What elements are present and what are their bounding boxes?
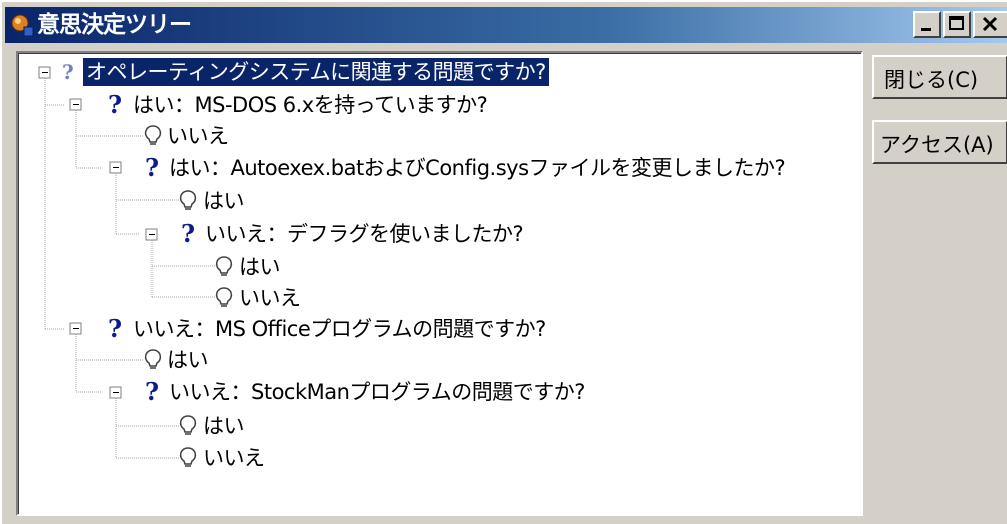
question-icon: ? — [108, 314, 123, 343]
question-icon: ? — [108, 90, 123, 119]
close-button[interactable]: 閉じる(C) — [872, 55, 1007, 99]
close-icon — [982, 16, 998, 32]
lightbulb-icon — [215, 256, 233, 276]
maximize-button[interactable] — [943, 11, 971, 38]
tree-node-msdos[interactable]: はい：MS-DOS 6.xを持っていますか? — [133, 91, 488, 119]
minimize-icon — [921, 28, 931, 31]
tree-node-defrag[interactable]: いいえ：デフラグを使いましたか? — [205, 220, 524, 248]
tree-node-leaf[interactable]: はい — [239, 253, 281, 281]
tree-node-stockman[interactable]: いいえ：StockManプログラムの問題ですか? — [169, 378, 585, 406]
lightbulb-icon — [179, 415, 197, 435]
close-window-button[interactable] — [973, 11, 1007, 38]
decision-tree-window: 意思決定ツリー ? オペレーティングシステムに関連する問題ですか? ? はい：M… — [0, 0, 1007, 524]
lightbulb-icon — [144, 125, 162, 145]
tree-node-autoexec[interactable]: はい：Autoexex.batおよびConfig.sysファイルを変更しましたか… — [169, 154, 786, 182]
close-button-label: 閉じる(C) — [884, 68, 979, 92]
maximize-icon — [949, 16, 964, 30]
tree-node-leaf[interactable]: いいえ — [239, 284, 301, 312]
lightbulb-icon — [144, 349, 162, 369]
question-icon: ? — [145, 153, 160, 182]
tree-node-root[interactable]: オペレーティングシステムに関連する問題ですか? — [83, 58, 549, 86]
tree-node-leaf[interactable]: はい — [167, 346, 209, 374]
tree-connector-lines — [38, 66, 215, 459]
access-button[interactable]: アクセス(A) — [872, 120, 1007, 164]
tree-content: ? オペレーティングシステムに関連する問題ですか? ? はい：MS-DOS 6.… — [18, 53, 861, 514]
minimize-button[interactable] — [913, 11, 941, 38]
tree-node-leaf[interactable]: いいえ — [203, 444, 265, 472]
tree-node-leaf[interactable]: はい — [203, 187, 245, 215]
access-button-label: アクセス(A) — [880, 133, 994, 157]
app-icon — [11, 14, 34, 37]
window-title: 意思決定ツリー — [37, 12, 192, 38]
question-icon: ? — [62, 60, 74, 84]
title-bar[interactable]: 意思決定ツリー — [5, 7, 1007, 43]
lightbulb-icon — [215, 287, 233, 307]
lightbulb-icon — [179, 190, 197, 210]
question-icon: ? — [145, 377, 160, 406]
tree-node-msoffice[interactable]: いいえ：MS Officeプログラムの問題ですか? — [133, 315, 546, 343]
tree-node-leaf[interactable]: はい — [203, 412, 245, 440]
question-icon: ? — [181, 219, 196, 248]
decision-tree-view[interactable]: ? オペレーティングシステムに関連する問題ですか? ? はい：MS-DOS 6.… — [16, 51, 863, 516]
tree-node-leaf[interactable]: いいえ — [167, 122, 229, 150]
lightbulb-icon — [179, 447, 197, 467]
